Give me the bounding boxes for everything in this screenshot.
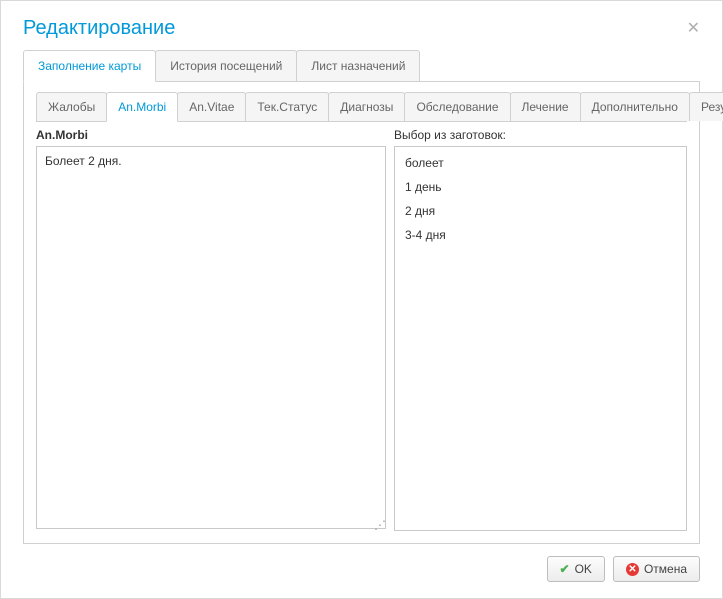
cancel-icon: ✕ (626, 563, 639, 576)
edit-dialog: Редактирование ✕ Заполнение карты Истори… (0, 0, 723, 599)
tab-diagnoses[interactable]: Диагнозы (328, 92, 405, 121)
templates-listbox[interactable]: болеет 1 день 2 дня 3-4 дня (394, 146, 687, 531)
dialog-title: Редактирование (23, 17, 175, 40)
cancel-button[interactable]: ✕ Отмена (613, 556, 700, 582)
tab-complaints[interactable]: Жалобы (36, 92, 107, 121)
dialog-footer: ✔ OK ✕ Отмена (1, 544, 722, 598)
inner-tabs: Жалобы An.Morbi An.Vitae Тек.Статус Диаг… (36, 92, 687, 122)
tab-an-morbi[interactable]: An.Morbi (106, 92, 178, 122)
list-item[interactable]: 1 день (395, 175, 686, 199)
list-item[interactable]: 2 дня (395, 199, 686, 223)
right-panel-label: Выбор из заготовок: (394, 128, 687, 142)
tab-treatment[interactable]: Лечение (510, 92, 581, 121)
check-icon: ✔ (560, 562, 570, 576)
tab-examination[interactable]: Обследование (404, 92, 510, 121)
tab-visit-history[interactable]: История посещений (155, 50, 297, 81)
left-panel-label: An.Morbi (36, 128, 386, 142)
an-morbi-textarea[interactable] (36, 146, 386, 529)
tab-prescription-sheet[interactable]: Лист назначений (296, 50, 420, 81)
cancel-button-label: Отмена (644, 562, 687, 576)
tab-additional[interactable]: Дополнительно (580, 92, 690, 121)
list-item[interactable]: 3-4 дня (395, 223, 686, 247)
tab-fill-card[interactable]: Заполнение карты (23, 50, 156, 82)
outer-tabs: Заполнение карты История посещений Лист … (23, 50, 700, 82)
ok-button-label: OK (575, 562, 592, 576)
outer-tab-panel: Жалобы An.Morbi An.Vitae Тек.Статус Диаг… (23, 82, 700, 544)
close-icon[interactable]: ✕ (687, 21, 700, 37)
tab-result[interactable]: Результат (689, 92, 723, 121)
resize-handle-icon[interactable]: ⋰ (374, 519, 386, 531)
list-item[interactable]: болеет (395, 151, 686, 175)
dialog-header: Редактирование ✕ (1, 1, 722, 50)
right-column: Выбор из заготовок: болеет 1 день 2 дня … (394, 128, 687, 531)
editor-row: An.Morbi ⋰ Выбор из заготовок: болеет 1 … (36, 128, 687, 531)
left-column: An.Morbi ⋰ (36, 128, 386, 531)
tab-an-vitae[interactable]: An.Vitae (177, 92, 246, 121)
ok-button[interactable]: ✔ OK (547, 556, 605, 582)
dialog-content: Заполнение карты История посещений Лист … (1, 50, 722, 544)
tab-current-status[interactable]: Тек.Статус (245, 92, 329, 121)
